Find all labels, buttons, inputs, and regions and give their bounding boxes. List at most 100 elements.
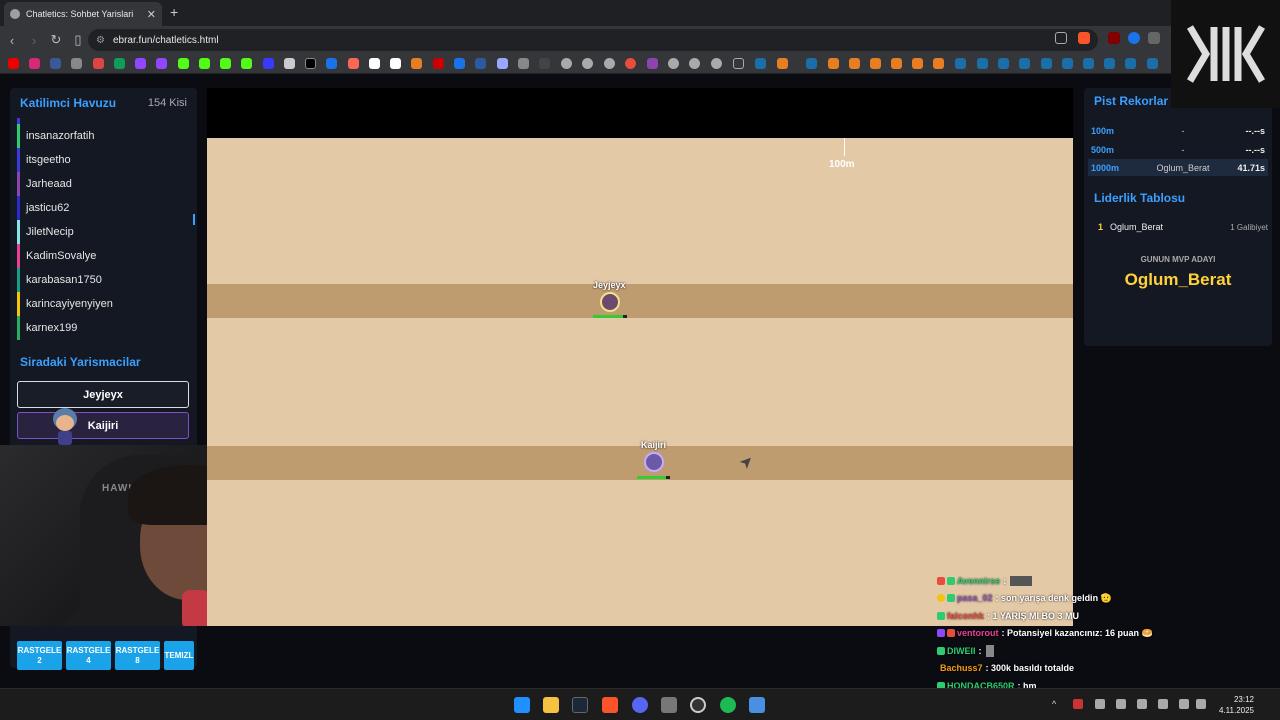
browser-tab[interactable]: Chatletics: Sohbet Yarislari ✕	[4, 2, 162, 26]
chat-username: DIWEII	[947, 645, 976, 656]
participant-name: KadimSovalye	[26, 250, 97, 262]
new-tab-button[interactable]: +	[170, 4, 178, 20]
file-explorer-icon[interactable]	[543, 697, 559, 713]
tray-network-icon[interactable]	[1179, 699, 1189, 709]
obs-icon[interactable]	[690, 697, 706, 713]
bookmark-site-icon[interactable]	[326, 58, 337, 69]
tray-app-icon[interactable]	[1095, 699, 1105, 709]
bookmark-site-icon[interactable]	[870, 58, 881, 69]
share-icon[interactable]	[1055, 32, 1067, 44]
bookmark-kick-icon[interactable]	[178, 58, 189, 69]
bookmark-steam-icon[interactable]	[1147, 58, 1158, 69]
bookmark-site-icon[interactable]	[411, 58, 422, 69]
bookmark-site-icon[interactable]	[933, 58, 944, 69]
bookmark-icon[interactable]: ▯	[68, 32, 88, 48]
bookmark-steam-icon[interactable]	[1062, 58, 1073, 69]
start-menu-icon[interactable]	[514, 697, 530, 713]
bookmark-steam-icon[interactable]	[998, 58, 1009, 69]
tray-volume-icon[interactable]	[1137, 699, 1147, 709]
bookmark-site-icon[interactable]	[625, 58, 636, 69]
spotify-icon[interactable]	[720, 697, 736, 713]
bookmark-site-icon[interactable]	[539, 58, 550, 69]
bookmark-site-icon[interactable]	[604, 58, 615, 69]
app-icon[interactable]	[749, 697, 765, 713]
bookmark-site-icon[interactable]	[711, 58, 722, 69]
bookmark-site-icon[interactable]	[849, 58, 860, 69]
tray-app-icon[interactable]	[1073, 699, 1083, 709]
bookmark-site-icon[interactable]	[689, 58, 700, 69]
random-4-button[interactable]: RASTGELE 4	[66, 641, 111, 670]
site-info-icon[interactable]: ⚙	[96, 35, 105, 46]
bookmark-patreon-icon[interactable]	[348, 58, 359, 69]
tray-sound-icon[interactable]	[1196, 699, 1206, 709]
button-value: 2	[37, 655, 42, 665]
clear-button[interactable]: TEMIZL	[164, 641, 194, 670]
close-tab-icon[interactable]: ✕	[147, 8, 156, 21]
bookmark-x-icon[interactable]	[305, 58, 316, 69]
chat-badge-icon	[947, 629, 955, 638]
queue-item-1[interactable]: Jeyjeyx	[17, 381, 189, 408]
record-time: 41.71s	[1237, 162, 1265, 173]
forward-icon[interactable]: ›	[24, 33, 44, 48]
bookmark-anchor-icon[interactable]	[263, 58, 274, 69]
random-8-button[interactable]: RASTGELE 8	[115, 641, 160, 670]
tray-chevron-icon[interactable]: ^	[1052, 699, 1062, 709]
bookmark-site-icon[interactable]	[891, 58, 902, 69]
bookmark-steam-icon[interactable]	[1041, 58, 1052, 69]
extension-audio-icon[interactable]	[1128, 32, 1140, 44]
bookmark-p-icon[interactable]	[369, 58, 380, 69]
bookmark-instagram-icon[interactable]	[29, 58, 40, 69]
discord-icon[interactable]	[632, 697, 648, 713]
brave-browser-icon[interactable]	[602, 697, 618, 713]
queue-item-2[interactable]: Kaijiri	[17, 412, 189, 439]
bookmark-steam-icon[interactable]	[1125, 58, 1136, 69]
steam-icon[interactable]	[572, 697, 588, 713]
bookmark-site-icon[interactable]	[433, 58, 444, 69]
bookmark-youtube-icon[interactable]	[8, 58, 19, 69]
app-icon[interactable]	[661, 697, 677, 713]
bookmark-kick-icon[interactable]	[199, 58, 210, 69]
bookmark-site-icon[interactable]	[454, 58, 465, 69]
address-bar[interactable]: ⚙ ebrar.fun/chatletics.html	[88, 29, 1098, 51]
bookmark-folder-icon[interactable]	[733, 58, 744, 69]
bookmark-site-icon[interactable]	[828, 58, 839, 69]
bookmark-site-icon[interactable]	[561, 58, 572, 69]
bookmark-site-icon[interactable]	[518, 58, 529, 69]
tray-mic-icon[interactable]	[1158, 699, 1168, 709]
random-2-button[interactable]: RASTGELE 2	[17, 641, 62, 670]
bookmark-site-icon[interactable]	[912, 58, 923, 69]
tray-steam-icon[interactable]	[1116, 699, 1126, 709]
bookmark-kick-icon[interactable]	[220, 58, 231, 69]
bookmark-site-icon[interactable]	[50, 58, 61, 69]
bookmark-steam-icon[interactable]	[806, 58, 817, 69]
bookmark-steam-icon[interactable]	[1104, 58, 1115, 69]
participant-list-scrollbar[interactable]	[193, 214, 195, 225]
bookmark-steam-icon[interactable]	[1083, 58, 1094, 69]
bookmark-site-icon[interactable]	[497, 58, 508, 69]
bookmark-site-icon[interactable]	[668, 58, 679, 69]
bookmark-kick-icon[interactable]	[241, 58, 252, 69]
back-icon[interactable]: ‹	[2, 33, 22, 48]
bookmark-chatgpt-icon[interactable]	[284, 58, 295, 69]
bookmark-site-icon[interactable]	[647, 58, 658, 69]
bookmark-gmail-icon[interactable]	[71, 58, 82, 69]
brave-shield-icon[interactable]	[1078, 32, 1090, 44]
bookmark-steam-icon[interactable]	[977, 58, 988, 69]
participant-list[interactable]: insanazorfatih itsgeetho Jarheaad jastic…	[17, 118, 195, 342]
bookmark-twitch-icon[interactable]	[156, 58, 167, 69]
reload-icon[interactable]: ↻	[46, 32, 66, 48]
bookmark-twitch-icon[interactable]	[135, 58, 146, 69]
bookmark-site-icon[interactable]	[475, 58, 486, 69]
extension-icon[interactable]	[1148, 32, 1160, 44]
bookmark-drive-icon[interactable]	[114, 58, 125, 69]
bookmark-steam-icon[interactable]	[755, 58, 766, 69]
bookmark-site-icon[interactable]	[582, 58, 593, 69]
bookmark-steam-icon[interactable]	[955, 58, 966, 69]
bookmark-amazon-icon[interactable]	[390, 58, 401, 69]
bookmark-site-icon[interactable]	[777, 58, 788, 69]
bookmark-steam-icon[interactable]	[1019, 58, 1030, 69]
button-label: RASTGELE	[17, 645, 62, 655]
bookmark-gmail-icon[interactable]	[93, 58, 104, 69]
system-clock[interactable]: 23:12 4.11.2025	[1214, 694, 1254, 716]
extension-ublock-icon[interactable]	[1108, 32, 1120, 44]
